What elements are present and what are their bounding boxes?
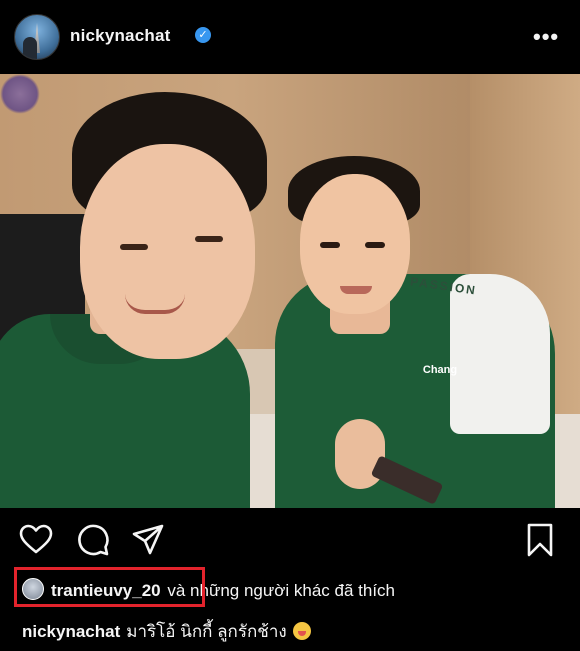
person-right-sleeve xyxy=(450,274,550,434)
person-left-eye xyxy=(120,244,148,250)
share-icon[interactable] xyxy=(130,522,166,558)
heart-icon[interactable] xyxy=(18,522,54,558)
caption-text: มาริโอ้ นิกกี้ ลูกรักช้าง xyxy=(126,622,287,641)
flowers xyxy=(0,74,40,114)
red-highlight-box xyxy=(14,567,205,607)
caption-line: nickynachat มาริโอ้ นิกกี้ ลูกรักช้าง xyxy=(22,618,311,645)
person-right-eye xyxy=(320,242,340,248)
person-right-mouth xyxy=(340,286,372,294)
person-right-eye xyxy=(365,242,385,248)
emoji-icon xyxy=(292,622,311,640)
post-header: nickynachat ✓ ••• xyxy=(0,0,580,74)
shirt-logo: Chang xyxy=(422,364,458,376)
comment-icon[interactable] xyxy=(75,522,111,558)
verified-badge-icon: ✓ xyxy=(195,27,211,43)
person-left-face xyxy=(80,144,255,359)
action-bar xyxy=(0,522,580,562)
more-options-icon[interactable]: ••• xyxy=(533,24,559,50)
profile-avatar[interactable] xyxy=(14,14,60,60)
avatar-person xyxy=(23,37,37,59)
post-photo[interactable]: PASSION Chang xyxy=(0,74,580,508)
person-left-eye xyxy=(195,236,223,242)
bookmark-icon[interactable] xyxy=(522,522,558,558)
username-link[interactable]: nickynachat xyxy=(70,26,170,46)
caption-username-link[interactable]: nickynachat xyxy=(22,622,120,641)
